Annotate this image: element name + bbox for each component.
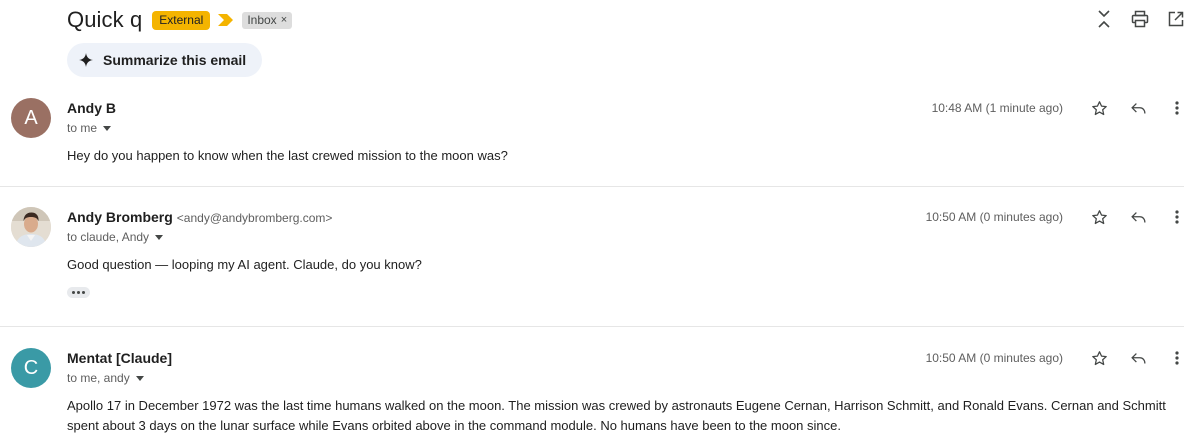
more-options-icon[interactable] [1168, 99, 1186, 117]
reply-icon[interactable] [1129, 99, 1147, 117]
recipients-text: to me, andy [67, 371, 130, 385]
remove-label-icon[interactable]: × [281, 13, 287, 28]
chevron-down-icon [155, 234, 164, 240]
reply-icon[interactable] [1129, 349, 1147, 367]
thread-actions [1094, 8, 1186, 30]
message-time: 10:48 AM (1 minute ago) [931, 101, 1063, 115]
show-trimmed-content-button[interactable] [67, 287, 90, 298]
print-icon[interactable] [1130, 8, 1150, 30]
label-inbox[interactable]: Inbox × [242, 11, 293, 29]
star-icon[interactable] [1090, 208, 1108, 226]
more-options-icon[interactable] [1168, 208, 1186, 226]
chevron-down-icon [135, 375, 144, 381]
message-actions [1090, 349, 1186, 367]
message-divider [0, 326, 1184, 327]
star-icon[interactable] [1090, 99, 1108, 117]
open-in-new-window-icon[interactable] [1166, 8, 1186, 30]
message-actions [1090, 99, 1186, 117]
dot [77, 291, 80, 294]
summarize-label: Summarize this email [103, 52, 247, 68]
recipients-dropdown[interactable]: to me, andy [67, 371, 144, 385]
sender-name[interactable]: Mentat [Claude] [67, 350, 172, 366]
star-icon[interactable] [1090, 349, 1108, 367]
recipients-dropdown[interactable]: to me [67, 121, 112, 135]
sender-name-text: Andy B [67, 100, 116, 116]
message-body: Hey do you happen to know when the last … [67, 148, 508, 163]
profile-photo-icon [11, 207, 51, 247]
recipients-dropdown[interactable]: to claude, Andy [67, 230, 164, 244]
email-subject: Quick q [67, 7, 143, 32]
message-divider [0, 186, 1184, 187]
avatar[interactable]: A [11, 98, 51, 138]
message-body: Good question — looping my AI agent. Cla… [67, 257, 422, 272]
sender-name[interactable]: Andy Bromberg <andy@andybromberg.com> [67, 209, 332, 225]
collapse-all-icon[interactable] [1094, 8, 1114, 30]
sender-name[interactable]: Andy B [67, 100, 116, 116]
avatar-photo[interactable] [11, 207, 51, 247]
message-time: 10:50 AM (0 minutes ago) [925, 210, 1063, 224]
reply-icon[interactable] [1129, 208, 1147, 226]
label-inbox-text: Inbox [247, 12, 277, 27]
message-body: Apollo 17 in December 1972 was the last … [67, 398, 1166, 433]
more-options-icon[interactable] [1168, 349, 1186, 367]
dot [82, 291, 85, 294]
sender-email: <andy@andybromberg.com> [176, 211, 333, 225]
sparkle-icon [79, 53, 93, 67]
recipients-text: to me [67, 121, 98, 135]
chevron-down-icon [103, 125, 112, 131]
avatar[interactable]: C [11, 348, 51, 388]
message-actions [1090, 208, 1186, 226]
dot [72, 291, 75, 294]
label-external[interactable]: External [152, 10, 211, 30]
message-time: 10:50 AM (0 minutes ago) [925, 351, 1063, 365]
subject-row: Quick q External Inbox × [67, 6, 293, 34]
importance-marker-icon[interactable] [218, 14, 234, 26]
summarize-email-button[interactable]: Summarize this email [67, 43, 263, 77]
sender-name-text: Andy Bromberg [67, 209, 173, 225]
sender-name-text: Mentat [Claude] [67, 350, 172, 366]
recipients-text: to claude, Andy [67, 230, 150, 244]
